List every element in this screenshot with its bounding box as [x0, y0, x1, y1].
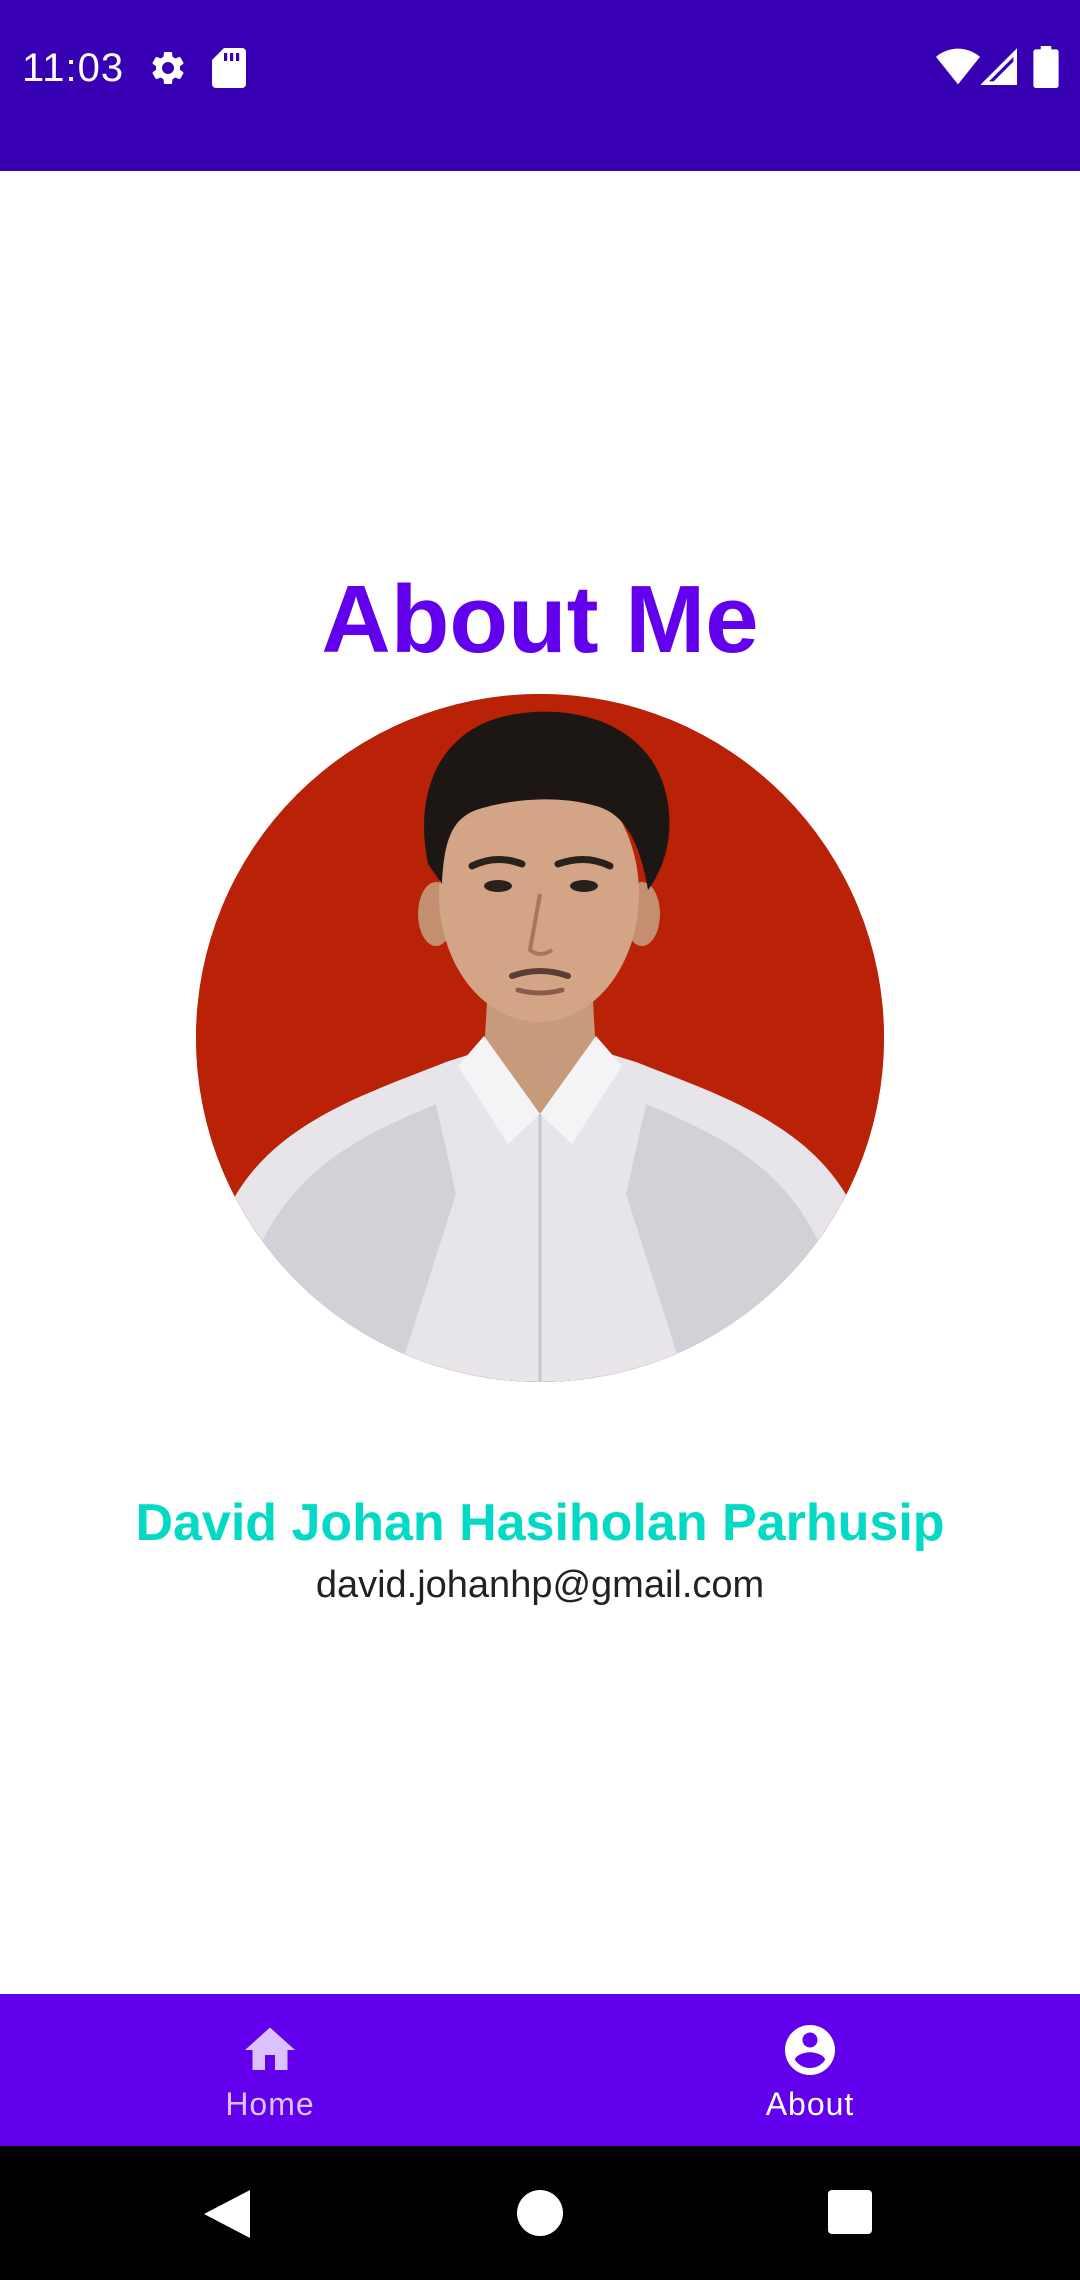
back-icon[interactable]	[204, 2190, 250, 2238]
status-bar: 11:03	[0, 0, 1080, 171]
sd-card-icon	[212, 48, 246, 88]
nav-item-home[interactable]: Home	[0, 1994, 540, 2146]
page-title: About Me	[321, 566, 759, 673]
profile-photo-illustration	[196, 694, 884, 1382]
nav-item-about[interactable]: About	[540, 1994, 1080, 2146]
bottom-navigation: Home About	[0, 1994, 1080, 2146]
account-circle-icon	[785, 2025, 835, 2075]
system-navigation-bar	[0, 2146, 1080, 2280]
gear-icon	[152, 51, 184, 84]
home-icon	[245, 2027, 295, 2070]
status-time: 11:03	[22, 46, 125, 90]
wifi-icon	[936, 48, 980, 85]
recents-icon[interactable]	[828, 2190, 872, 2234]
profile-photo	[196, 694, 884, 1382]
signal-icon	[981, 48, 1017, 85]
about-screen: 11:03 About Me David Johan Hasiholan Par…	[0, 0, 1080, 2280]
home-circle-icon[interactable]	[517, 2190, 563, 2236]
nav-label-about: About	[765, 2086, 855, 2122]
profile-name: David Johan Hasiholan Parhusip	[135, 1494, 945, 1552]
profile-email: david.johanhp@gmail.com	[315, 1564, 765, 1606]
nav-label-home: Home	[225, 2086, 315, 2122]
battery-icon	[1033, 46, 1059, 88]
